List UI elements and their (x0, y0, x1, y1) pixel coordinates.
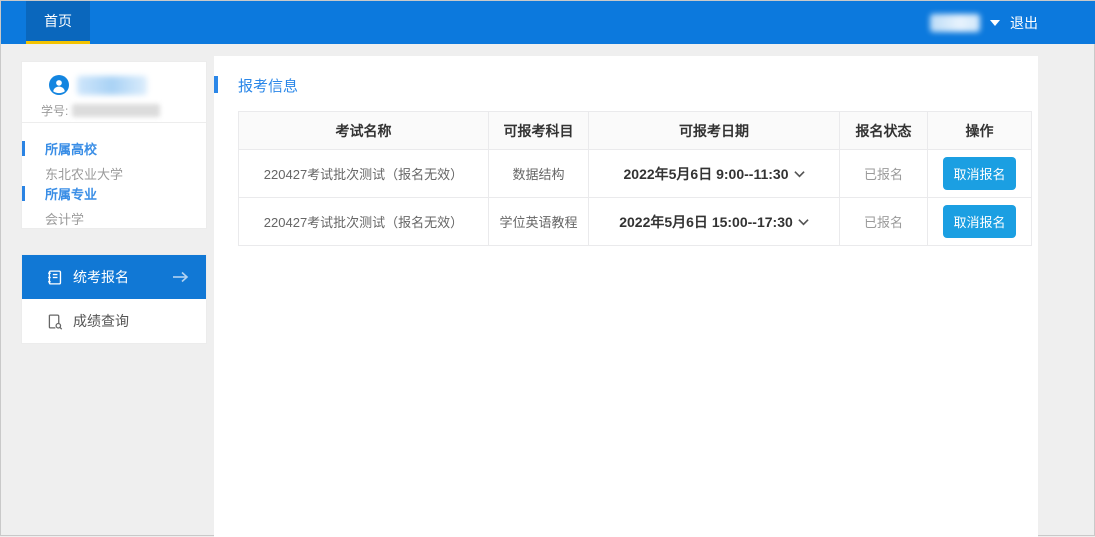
section-header: 报考信息 (214, 74, 1038, 114)
student-id-redacted-blur (72, 104, 160, 117)
username-redacted-blur (930, 14, 980, 32)
university-value: 东北农业大学 (45, 164, 206, 183)
student-id-label: 学号: (41, 102, 68, 119)
action-cell: 取消报名 (928, 198, 1032, 246)
user-name-redacted-blur (77, 76, 147, 95)
affiliation-major: 所属专业 会计学 (22, 184, 206, 228)
date-cell[interactable]: 2022年5月6日 15:00--17:30 (589, 198, 840, 246)
table-header-row: 考试名称 可报考科目 可报考日期 报名状态 操作 (239, 112, 1032, 150)
exam-name-cell: 220427考试批次测试（报名无效） (239, 150, 489, 198)
user-identity: 学号: (22, 62, 206, 122)
main-content: 报考信息 考试名称 可报考科目 可报考日期 报名状态 操作 220427考试批次… (214, 56, 1038, 537)
arrow-right-icon (172, 271, 190, 283)
logout-link[interactable]: 退出 (1010, 13, 1038, 33)
cancel-registration-button[interactable]: 取消报名 (943, 157, 1015, 190)
subject-cell: 学位英语教程 (489, 198, 589, 246)
blue-tick (22, 186, 25, 201)
affiliation-university: 所属高校 东北农业大学 (22, 139, 206, 183)
header-status: 报名状态 (840, 112, 928, 150)
caret-down-icon[interactable] (990, 20, 1000, 26)
header-action: 操作 (928, 112, 1032, 150)
document-search-icon (46, 313, 63, 330)
status-cell: 已报名 (840, 150, 928, 198)
header-subject: 可报考科目 (489, 112, 589, 150)
user-info-card: 学号: 所属高校 东北农业大学 所属专业 会计学 (21, 61, 207, 229)
registration-table: 考试名称 可报考科目 可报考日期 报名状态 操作 220427考试批次测试（报名… (238, 111, 1032, 246)
date-text: 2022年5月6日 15:00--17:30 (619, 214, 793, 230)
sidebar-item-label: 成绩查询 (73, 311, 129, 331)
exam-name-cell: 220427考试批次测试（报名无效） (239, 198, 489, 246)
chevron-down-icon[interactable] (798, 218, 809, 226)
major-value: 会计学 (45, 209, 206, 228)
avatar-user-icon (49, 75, 69, 95)
topbar: 首页 退出 (1, 1, 1095, 44)
sidebar-item-unified-exam-registration[interactable]: 统考报名 (22, 255, 206, 299)
topbar-user-area: 退出 (930, 13, 1038, 33)
table-row: 220427考试批次测试（报名无效） 数据结构 2022年5月6日 9:00--… (239, 150, 1032, 198)
university-label: 所属高校 (45, 139, 206, 158)
sidebar-menu: 统考报名 成绩查询 (21, 254, 207, 344)
notebook-icon (46, 269, 63, 286)
header-exam-name: 考试名称 (239, 112, 489, 150)
tab-home-label: 首页 (44, 11, 72, 31)
date-cell[interactable]: 2022年5月6日 9:00--11:30 (589, 150, 840, 198)
cancel-registration-button[interactable]: 取消报名 (943, 205, 1015, 238)
tab-home[interactable]: 首页 (26, 1, 90, 44)
sidebar-item-score-inquiry[interactable]: 成绩查询 (22, 299, 206, 343)
action-cell: 取消报名 (928, 150, 1032, 198)
table-row: 220427考试批次测试（报名无效） 学位英语教程 2022年5月6日 15:0… (239, 198, 1032, 246)
major-label: 所属专业 (45, 184, 206, 203)
blue-tick (214, 76, 218, 93)
status-cell: 已报名 (840, 198, 928, 246)
blue-tick (22, 141, 25, 156)
sidebar-item-label: 统考报名 (73, 267, 129, 287)
page-title: 报考信息 (238, 75, 298, 96)
divider (22, 122, 206, 123)
chevron-down-icon[interactable] (794, 170, 805, 178)
subject-cell: 数据结构 (489, 150, 589, 198)
header-date: 可报考日期 (589, 112, 840, 150)
date-text: 2022年5月6日 9:00--11:30 (624, 166, 789, 182)
